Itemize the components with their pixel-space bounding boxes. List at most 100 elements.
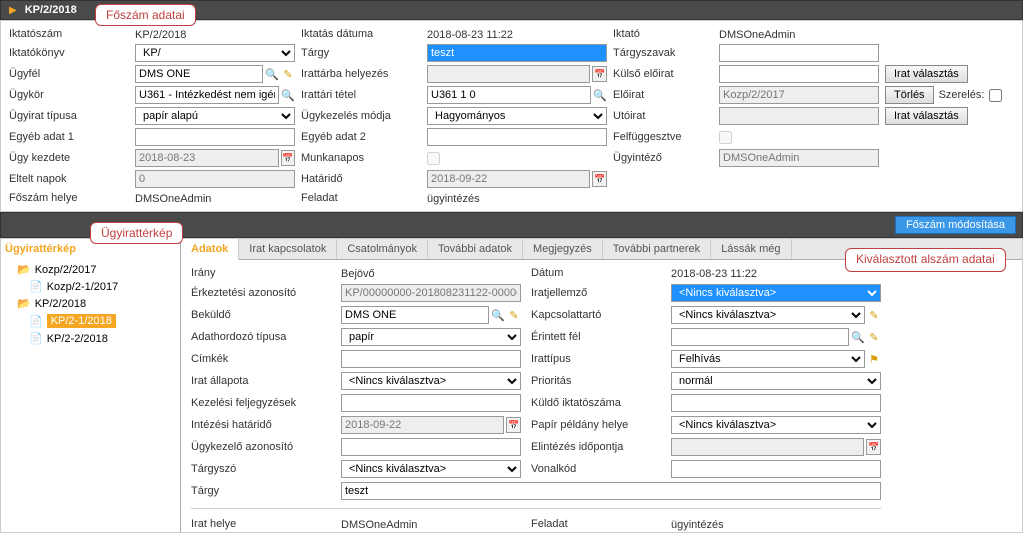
- ugyirat-tipusa-select[interactable]: papír alapú: [135, 107, 295, 125]
- targy-input[interactable]: [427, 44, 607, 62]
- label-munkanapos: Munkanapos: [301, 152, 421, 164]
- tree-file[interactable]: KP/2-2/2018: [29, 330, 176, 347]
- calendar-icon[interactable]: 📅: [506, 417, 521, 433]
- bekuldo-input[interactable]: [341, 306, 489, 324]
- targyszo-select[interactable]: <Nincs kiválasztva>: [341, 460, 521, 478]
- utoirat-input[interactable]: [719, 107, 879, 125]
- label-egyeb1: Egyéb adat 1: [9, 131, 129, 143]
- kezelesi-input[interactable]: [341, 394, 521, 412]
- tab-tovabbi-adatok[interactable]: További adatok: [428, 239, 523, 259]
- calendar-icon[interactable]: 📅: [592, 66, 607, 82]
- tab-adatok[interactable]: Adatok: [181, 239, 239, 260]
- label-intezesi: Intézési határidő: [191, 419, 331, 431]
- irat-valasztas-button-1[interactable]: Irat választás: [885, 65, 968, 83]
- value-feladat: ügyintézés: [427, 191, 607, 205]
- kuldo-iktatoszama-input[interactable]: [671, 394, 881, 412]
- label-eloirat: Előirat: [613, 89, 713, 101]
- label-felfuggesztve: Felfüggesztve: [613, 131, 713, 143]
- label-irattipus: Irattípus: [531, 353, 661, 365]
- label-egyeb2: Egyéb adat 2: [301, 131, 421, 143]
- callout-ugyiratterkep: Ügyirattérkép: [90, 222, 183, 244]
- adathordozo-select[interactable]: papír: [341, 328, 521, 346]
- label-iktatas-datuma: Iktatás dátuma: [301, 28, 421, 40]
- search-icon[interactable]: 🔍: [593, 89, 607, 102]
- search-icon[interactable]: 🔍: [265, 68, 279, 81]
- edit-icon[interactable]: ✎: [281, 68, 295, 81]
- iratjellemzo-select[interactable]: <Nincs kiválasztva>: [671, 284, 881, 302]
- edit-icon[interactable]: ✎: [507, 309, 521, 322]
- ugyfel-input[interactable]: [135, 65, 263, 83]
- tree-file-active[interactable]: KP/2-1/2018: [29, 312, 176, 330]
- tree: Kozp/2/2017 Kozp/2-1/2017 KP/2/2018 KP/2…: [5, 261, 176, 347]
- label-targyszavak: Tárgyszavak: [613, 47, 713, 59]
- label-adathordozo: Adathordozó típusa: [191, 331, 331, 343]
- ugykezeles-modja-select[interactable]: Hagyományos: [427, 107, 607, 125]
- hatarido-input[interactable]: [427, 170, 590, 188]
- egyeb2-input[interactable]: [427, 128, 607, 146]
- label-irany: Irány: [191, 267, 331, 279]
- calendar-icon[interactable]: 📅: [281, 150, 295, 166]
- callout-text: Kiválasztott alszám adatai: [856, 252, 995, 266]
- tree-file[interactable]: Kozp/2-1/2017: [29, 278, 176, 295]
- elintezes-input[interactable]: [671, 438, 864, 456]
- detail-body: Irány Bejövő Dátum 2018-08-23 11:22 Érke…: [181, 260, 1022, 532]
- search-icon[interactable]: 🔍: [491, 309, 505, 322]
- value-foszam-helye: DMSOneAdmin: [135, 191, 295, 205]
- torles-button[interactable]: Törlés: [885, 86, 934, 104]
- tree-folder[interactable]: Kozp/2/2017: [17, 261, 176, 278]
- szereles-checkbox[interactable]: [989, 89, 1002, 102]
- irattari-tetel-input[interactable]: [427, 86, 591, 104]
- kulso-eloirat-input[interactable]: [719, 65, 879, 83]
- tab-csatolmanyok[interactable]: Csatolmányok: [337, 239, 428, 259]
- ugyintezo-input[interactable]: [719, 149, 879, 167]
- vonalkod-input[interactable]: [671, 460, 881, 478]
- calendar-icon[interactable]: 📅: [866, 439, 881, 455]
- erintett-input[interactable]: [671, 328, 849, 346]
- label-ugyfel: Ügyfél: [9, 68, 129, 80]
- label-targy-detail: Tárgy: [191, 485, 331, 497]
- tab-irat-kapcsolatok[interactable]: Irat kapcsolatok: [239, 239, 337, 259]
- munkanapos-checkbox: [427, 152, 440, 165]
- prioritas-select[interactable]: normál: [671, 372, 881, 390]
- ugykezelo-input[interactable]: [341, 438, 521, 456]
- irat-valasztas-button-2[interactable]: Irat választás: [885, 107, 968, 125]
- calendar-icon[interactable]: 📅: [592, 171, 607, 187]
- tree-folder[interactable]: KP/2/2018: [17, 295, 176, 312]
- targy-detail-input[interactable]: [341, 482, 881, 500]
- tab-lassak-meg[interactable]: Lássák még: [711, 239, 791, 259]
- edit-icon[interactable]: ✎: [867, 331, 881, 344]
- search-icon[interactable]: 🔍: [281, 89, 295, 102]
- cimkek-input[interactable]: [341, 350, 521, 368]
- edit-icon[interactable]: ✎: [867, 309, 881, 322]
- label-foszam-helye: Főszám helye: [9, 192, 129, 204]
- papir-peldany-select[interactable]: <Nincs kiválasztva>: [671, 416, 881, 434]
- targyszavak-input[interactable]: [719, 44, 879, 62]
- eloirat-input[interactable]: [719, 86, 879, 104]
- egyeb1-input[interactable]: [135, 128, 295, 146]
- label-elintezes: Elintézés időpontja: [531, 441, 661, 453]
- label-ugyirat-tipusa: Ügyirat típusa: [9, 110, 129, 122]
- eltelt-napok-input[interactable]: [135, 170, 295, 188]
- kapcsolattarto-select[interactable]: <Nincs kiválasztva>: [671, 306, 865, 324]
- callout-kivalasztott: Kiválasztott alszám adatai: [845, 248, 1006, 272]
- irat-allapota-select[interactable]: <Nincs kiválasztva>: [341, 372, 521, 390]
- record-id-title: KP/2/2018: [25, 4, 77, 16]
- irattarba-input[interactable]: [427, 65, 590, 83]
- iktatokonyv-select[interactable]: KP/: [135, 44, 295, 62]
- ugy-kezdete-input[interactable]: [135, 149, 279, 167]
- search-icon[interactable]: 🔍: [851, 331, 865, 344]
- ugykor-input[interactable]: [135, 86, 279, 104]
- label-irat-helye: Irat helye: [191, 518, 331, 530]
- tab-tovabbi-partnerek[interactable]: További partnerek: [603, 239, 711, 259]
- tree-label: KP/2/2018: [35, 298, 86, 310]
- label-ugykezeles-modja: Ügykezelés módja: [301, 110, 421, 122]
- erkeztetesi-input[interactable]: [341, 284, 521, 302]
- intezesi-input[interactable]: [341, 416, 504, 434]
- tab-megjegyzes[interactable]: Megjegyzés: [523, 239, 603, 259]
- tree-label: Kozp/2/2017: [35, 264, 97, 276]
- label-irat-allapota: Irat állapota: [191, 375, 331, 387]
- label-kapcsolattarto: Kapcsolattartó: [531, 309, 661, 321]
- flag-icon[interactable]: ⚑: [867, 353, 881, 366]
- irattipus-select[interactable]: Felhívás: [671, 350, 865, 368]
- foszam-modositasa-button[interactable]: Főszám módosítása: [895, 216, 1016, 234]
